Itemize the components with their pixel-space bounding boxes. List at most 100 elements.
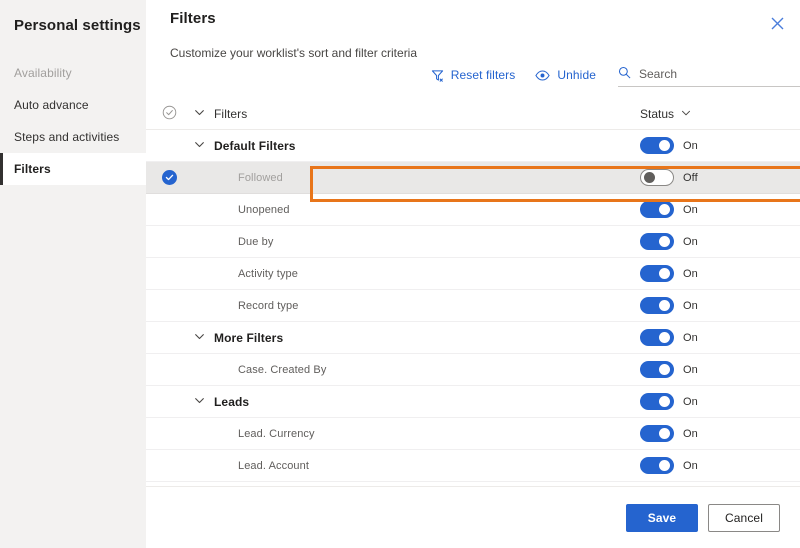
- dialog-footer: Save Cancel: [146, 486, 800, 548]
- table-row[interactable]: Case. Created By On: [146, 354, 800, 386]
- toggle-knob: [659, 396, 670, 407]
- save-button[interactable]: Save: [626, 503, 698, 532]
- sidebar-item-label: Auto advance: [14, 98, 89, 112]
- status-label: On: [683, 203, 698, 216]
- row-status-cell: On: [640, 393, 760, 410]
- chevron-down-icon: [194, 395, 205, 409]
- status-toggle[interactable]: [640, 137, 674, 154]
- status-label: On: [683, 267, 698, 280]
- status-toggle[interactable]: [640, 265, 674, 282]
- toggle-knob: [659, 236, 670, 247]
- toggle-knob: [659, 268, 670, 279]
- row-status-cell: On: [640, 201, 760, 218]
- table-row[interactable]: Lead. Account On: [146, 450, 800, 482]
- list-header-row: Filters Status: [146, 99, 800, 130]
- table-row[interactable]: Unopened On: [146, 194, 800, 226]
- content-panel: Filters Customize your worklist's sort a…: [146, 0, 800, 548]
- status-label: On: [683, 395, 698, 408]
- status-toggle[interactable]: [640, 233, 674, 250]
- row-status-cell: On: [640, 425, 760, 442]
- sidebar-title: Personal settings: [14, 17, 141, 34]
- filter-reset-icon: [431, 69, 444, 82]
- toggle-knob: [659, 428, 670, 439]
- row-status-cell: Off: [640, 169, 760, 186]
- table-row[interactable]: Lead. Currency On: [146, 418, 800, 450]
- sidebar-item-label: Filters: [14, 162, 51, 176]
- sidebar-item-label: Steps and activities: [14, 130, 120, 144]
- status-label: Off: [683, 171, 698, 184]
- status-label: On: [683, 427, 698, 440]
- column-header-filters: Filters: [214, 107, 248, 121]
- row-label: Case. Created By: [238, 363, 327, 376]
- unhide-label: Unhide: [557, 68, 596, 82]
- page-subtitle: Customize your worklist's sort and filte…: [170, 46, 418, 60]
- filters-rows: Default Filters On Followed Off Unopened On Du…: [146, 130, 800, 482]
- select-all-toggle[interactable]: [154, 105, 184, 123]
- row-checkbox[interactable]: [154, 170, 184, 185]
- chevron-down-icon: [194, 331, 205, 345]
- chevron-down-icon: [681, 107, 691, 121]
- toggle-knob: [659, 332, 670, 343]
- table-row[interactable]: Activity type On: [146, 258, 800, 290]
- chevron-down-icon: [194, 107, 205, 121]
- sidebar-item-steps-and-activities[interactable]: Steps and activities: [0, 121, 146, 153]
- row-label: Due by: [238, 235, 274, 248]
- chevron-down-icon: [194, 139, 205, 153]
- row-label: More Filters: [214, 330, 284, 345]
- search-box[interactable]: [618, 63, 800, 87]
- table-row[interactable]: Leads On: [146, 386, 800, 418]
- row-label: Lead. Currency: [238, 427, 315, 440]
- toggle-knob: [659, 204, 670, 215]
- row-status-cell: On: [640, 233, 760, 250]
- table-row[interactable]: More Filters On: [146, 322, 800, 354]
- status-label: On: [683, 363, 698, 376]
- sidebar-item-filters[interactable]: Filters: [0, 153, 146, 185]
- circle-check-icon: [162, 105, 177, 123]
- expand-all-chevron[interactable]: [184, 107, 214, 121]
- search-input[interactable]: [639, 66, 789, 81]
- group-expand-chevron[interactable]: [184, 331, 214, 345]
- row-status-cell: On: [640, 265, 760, 282]
- row-status-cell: On: [640, 329, 760, 346]
- status-label: On: [683, 299, 698, 312]
- sidebar-item-label: Availability: [14, 66, 72, 80]
- filters-list: Filters Status Default Filters On Followed…: [146, 99, 800, 486]
- command-bar: Reset filters Unhide: [170, 62, 800, 88]
- status-toggle[interactable]: [640, 201, 674, 218]
- toggle-knob: [659, 300, 670, 311]
- status-toggle[interactable]: [640, 297, 674, 314]
- row-label: Activity type: [238, 267, 298, 280]
- status-toggle[interactable]: [640, 393, 674, 410]
- unhide-button[interactable]: Unhide: [535, 63, 596, 87]
- status-toggle[interactable]: [640, 425, 674, 442]
- group-expand-chevron[interactable]: [184, 139, 214, 153]
- status-label: On: [683, 235, 698, 248]
- close-button[interactable]: [762, 8, 792, 38]
- row-status-cell: On: [640, 361, 760, 378]
- status-toggle[interactable]: [640, 169, 674, 186]
- group-expand-chevron[interactable]: [184, 395, 214, 409]
- status-toggle[interactable]: [640, 329, 674, 346]
- table-row[interactable]: Record type On: [146, 290, 800, 322]
- checkbox-checked-icon: [161, 170, 177, 185]
- column-header-status[interactable]: Status: [640, 107, 760, 121]
- status-toggle[interactable]: [640, 457, 674, 474]
- toggle-knob: [659, 364, 670, 375]
- row-status-cell: On: [640, 457, 760, 474]
- table-row[interactable]: Followed Off: [146, 162, 800, 194]
- table-row[interactable]: Default Filters On: [146, 130, 800, 162]
- status-toggle[interactable]: [640, 361, 674, 378]
- row-label: Lead. Account: [238, 459, 310, 472]
- reset-filters-button[interactable]: Reset filters: [431, 63, 516, 87]
- row-label: Default Filters: [214, 138, 296, 153]
- search-icon: [618, 66, 631, 82]
- status-label: On: [683, 331, 698, 344]
- sidebar-item-auto-advance[interactable]: Auto advance: [0, 89, 146, 121]
- toggle-knob: [659, 460, 670, 471]
- sidebar: Personal settings Availability Auto advan…: [0, 0, 146, 548]
- close-icon: [771, 17, 784, 30]
- row-label: Followed: [238, 171, 283, 184]
- table-row[interactable]: Due by On: [146, 226, 800, 258]
- page-title: Filters: [170, 10, 216, 27]
- cancel-button[interactable]: Cancel: [708, 503, 780, 532]
